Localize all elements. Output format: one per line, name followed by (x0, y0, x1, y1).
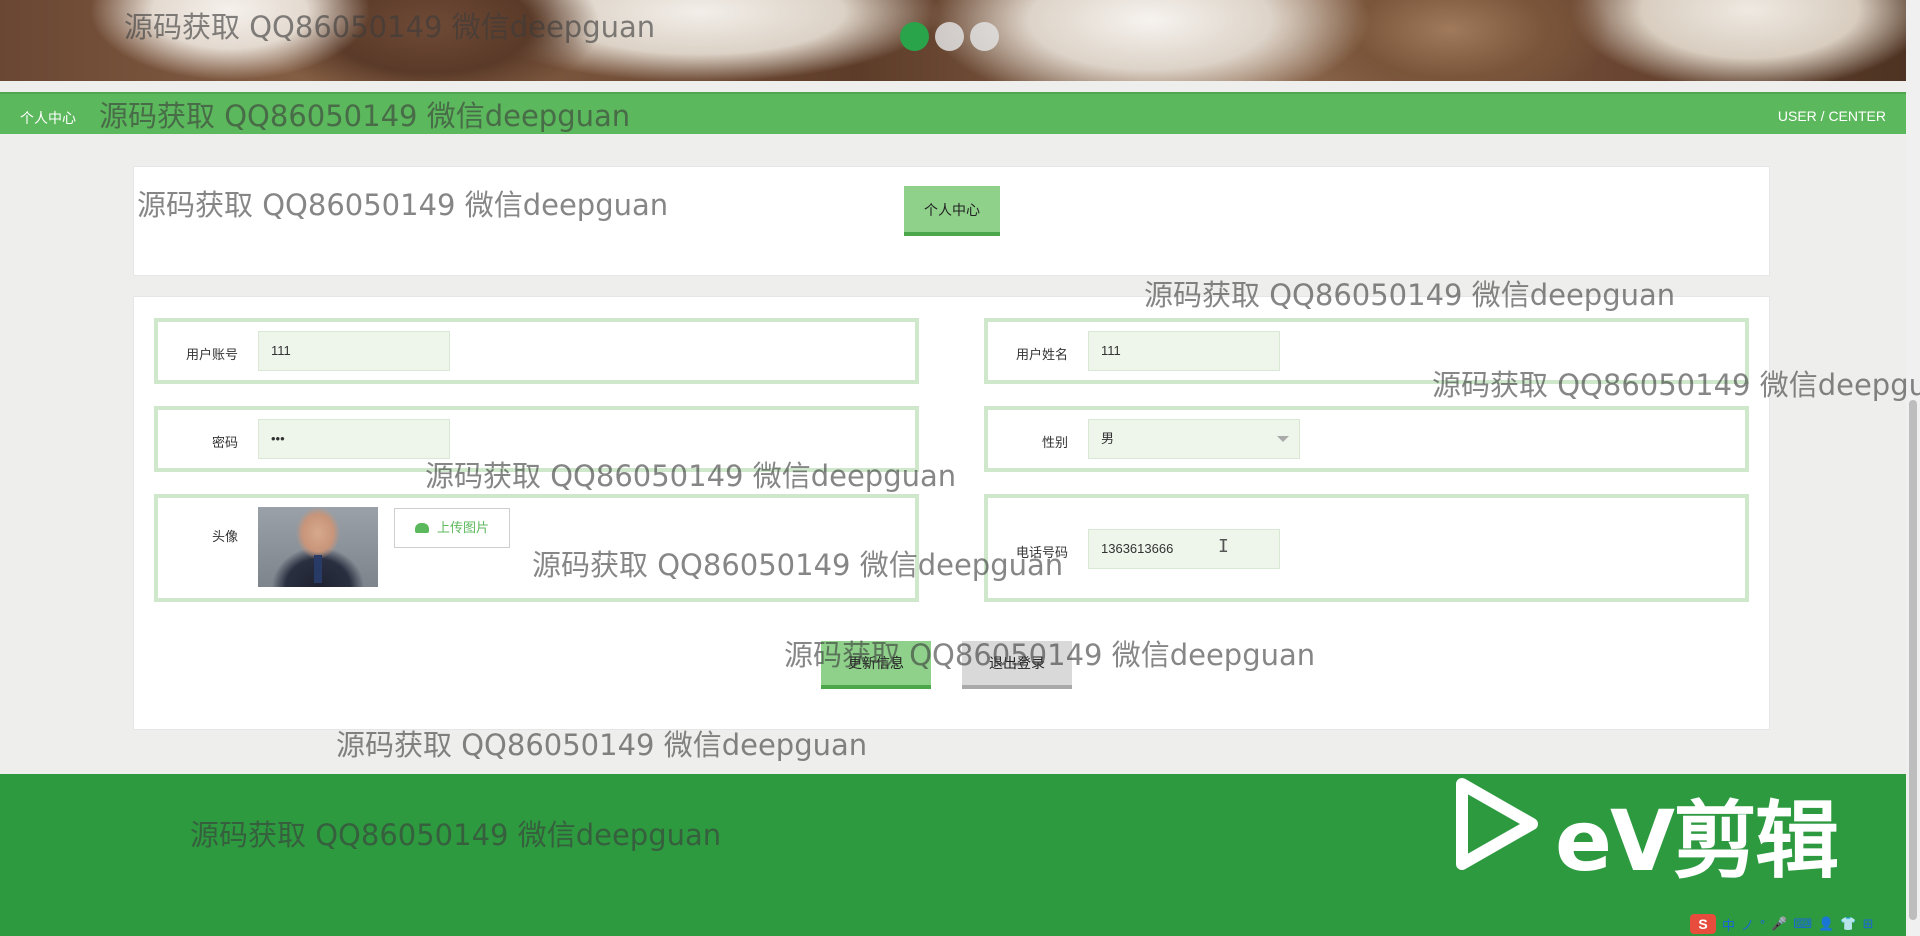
name-input[interactable]: 111 (1088, 331, 1280, 371)
grid-icon[interactable]: ⊞ (1863, 916, 1874, 932)
gender-label: 性别 (1041, 435, 1068, 450)
cloud-upload-icon (414, 523, 429, 533)
carousel-dot-2[interactable] (935, 22, 964, 51)
tray-moon-icon[interactable]: ノ (1741, 915, 1754, 934)
watermark-text: 源码获取 QQ86050149 微信deepguan (425, 459, 957, 493)
account-input[interactable]: 111 (258, 331, 450, 371)
phone-input[interactable]: 1363613666 (1088, 529, 1280, 569)
vertical-scrollbar[interactable] (1906, 0, 1920, 936)
section-title: 个人中心 (20, 110, 76, 126)
keyboard-icon[interactable]: ⌨ (1793, 916, 1812, 932)
field-phone: 电话号码 1363613666 (984, 494, 1749, 602)
chevron-down-icon (1277, 436, 1289, 442)
watermark-text: 源码获取 QQ86050149 微信deepguan (532, 548, 1064, 582)
field-gender: 性别 男 (984, 406, 1749, 472)
account-label: 用户账号 (185, 347, 238, 362)
password-label: 密码 (211, 435, 238, 450)
watermark-text: 源码获取 QQ86050149 微信deepguan (99, 99, 631, 133)
page: 个人中心 USER / CENTER 个人中心 用户账号 111 用户姓名 11… (0, 0, 1920, 936)
name-label: 用户姓名 (1015, 347, 1068, 362)
carousel-dot-1[interactable] (900, 22, 929, 51)
field-account: 用户账号 111 (154, 318, 919, 384)
tray-punctuation-icon[interactable]: ° (1760, 917, 1765, 932)
microphone-icon[interactable]: 🎤 (1771, 916, 1787, 932)
tray-ime-mode[interactable]: 中 (1722, 915, 1735, 934)
gender-value: 男 (1101, 431, 1115, 446)
watermark-text: 源码获取 QQ86050149 微信deepguan (784, 638, 1316, 672)
carousel-indicators (900, 22, 999, 51)
user-icon[interactable]: 👤 (1818, 916, 1834, 932)
ime-logo-icon[interactable]: S (1690, 914, 1716, 934)
watermark-text: 源码获取 QQ86050149 微信deepguan (190, 818, 722, 852)
skin-icon[interactable]: 👕 (1840, 916, 1856, 932)
system-tray: S 中 ノ ° 🎤 ⌨ 👤 👕 ⊞ (1690, 912, 1906, 936)
watermark-text: 源码获取 QQ86050149 微信deepguan (1144, 278, 1676, 312)
watermark-text: 源码获取 QQ86050149 微信deepguan (124, 10, 656, 44)
scrollbar-thumb[interactable] (1909, 400, 1917, 920)
upload-image-button[interactable]: 上传图片 (394, 508, 510, 548)
text-cursor-icon: I (1218, 536, 1229, 557)
avatar-label: 头像 (211, 529, 238, 544)
avatar-image (258, 507, 378, 587)
watermark-text: 源码获取 QQ86050149 微信deepguan (1432, 368, 1920, 402)
carousel-dot-3[interactable] (970, 22, 999, 51)
password-input[interactable]: ••• (258, 419, 450, 459)
upload-label: 上传图片 (436, 520, 489, 535)
personal-center-tab[interactable]: 个人中心 (904, 186, 1000, 236)
video-editor-logo: eV剪辑 (1555, 792, 1839, 890)
footer: eV剪辑 (0, 774, 1906, 936)
gender-select[interactable]: 男 (1088, 419, 1300, 459)
watermark-text: 源码获取 QQ86050149 微信deepguan (137, 188, 669, 222)
section-subtitle: USER / CENTER (1777, 108, 1886, 124)
watermark-text: 源码获取 QQ86050149 微信deepguan (336, 728, 868, 762)
